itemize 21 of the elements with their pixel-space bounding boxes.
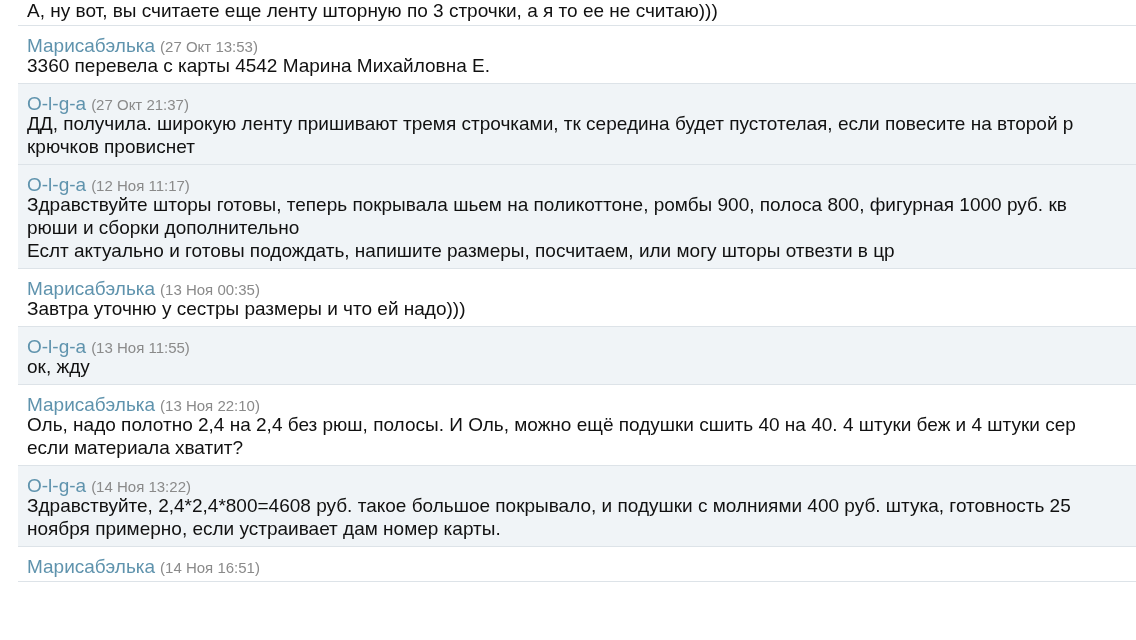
message-time: (27 Окт 21:37) bbox=[91, 95, 189, 115]
message-text: Завтра уточню у сестры размеры и что ей надо))) bbox=[27, 298, 466, 320]
message-text: ДД, получила. широкую ленту пришивают тремя строчками, тк середина будет пустотелая, если повесите на второй р bbox=[27, 113, 1074, 135]
message-time: (12 Ноя 11:17) bbox=[91, 176, 190, 196]
message-time: (14 Ноя 16:51) bbox=[160, 558, 260, 578]
message-text: рюши и сборки дополнительно bbox=[27, 216, 300, 239]
message-text: Еслт актуально и готовы подождать, напишите размеры, посчитаем, или могу шторы отвезти в цр bbox=[27, 239, 895, 262]
message-text: если материала хватит? bbox=[27, 436, 244, 459]
message-time: (14 Ноя 13:22) bbox=[91, 477, 191, 497]
message-text: А, ну вот, вы считаете еще ленту шторную по 3 строчки, а я то ее не считаю))) bbox=[27, 0, 718, 23]
message-text: Здравствуйте шторы готовы, теперь покрывала шьем на поликоттоне, ромбы 900, полоса 800, фигурная 1000 руб. кв bbox=[27, 194, 1067, 216]
message-text: ноября примерно, если устраивает дам номер карты. bbox=[27, 517, 501, 540]
author-name[interactable]: Марисабэлька bbox=[27, 553, 156, 582]
message-time: (13 Ноя 11:55) bbox=[91, 338, 190, 358]
message-text: 3360 перевела с карты 4542 Марина Михайловна Е. bbox=[27, 55, 490, 77]
message-text: крючков провиснет bbox=[27, 135, 195, 158]
message-text: Оль, надо полотно 2,4 на 2,4 без рюш, полосы. И Оль, можно ещё подушки сшить 40 на 40. 4 штуки беж и 4 штуки сер bbox=[27, 414, 1076, 436]
message-time: (27 Окт 13:53) bbox=[160, 37, 258, 57]
message-text: Здравствуйте, 2,4*2,4*800=4608 руб. такое большое покрывало, и подушки с молниями 400 руб. штука, готовность 25 bbox=[27, 495, 1071, 517]
message-time: (13 Ноя 22:10) bbox=[160, 396, 260, 416]
message-time: (13 Ноя 00:35) bbox=[160, 280, 260, 300]
